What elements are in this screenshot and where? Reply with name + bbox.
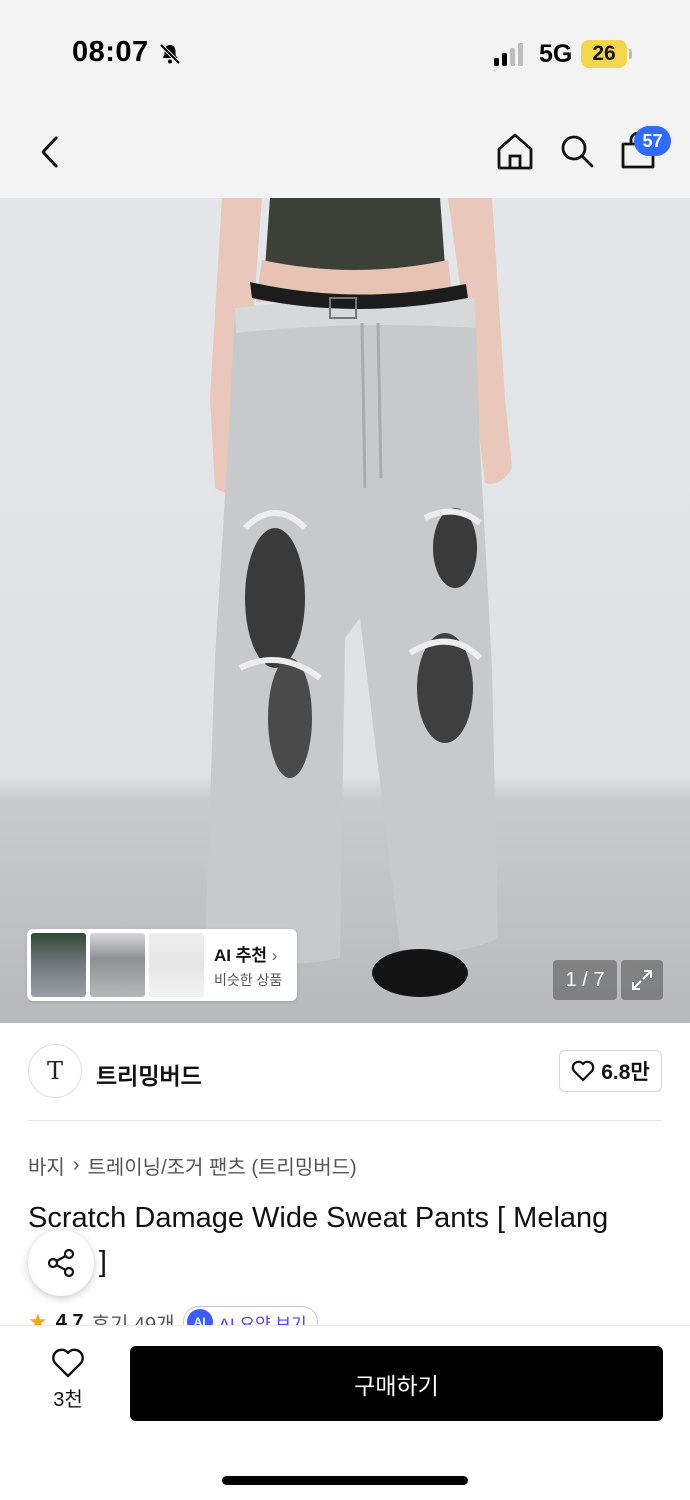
recommend-thumb-3 [149, 933, 204, 997]
star-icon: ★ [28, 1309, 48, 1325]
chevron-right-icon: › [72, 1154, 80, 1176]
recommend-thumb-1 [31, 933, 86, 997]
status-time: 08:07 [72, 36, 149, 68]
battery-tip [629, 49, 632, 59]
divider [28, 1120, 662, 1121]
breadcrumb: 바지 › 트레이닝/조거 팬츠 (트리밍버드) [28, 1151, 357, 1180]
heart-icon [52, 1348, 84, 1378]
breadcrumb-category[interactable]: 바지 [28, 1151, 65, 1180]
brand-like-button[interactable]: 6.8만 [559, 1050, 662, 1092]
review-count[interactable]: 후기 49개 [92, 1308, 175, 1326]
home-icon [497, 133, 533, 170]
ai-recommendation-card[interactable]: AI 추천 › 비슷한 상품 [27, 929, 297, 1001]
brand-name[interactable]: 트리밍버드 [96, 1057, 202, 1091]
ai-summary-label: AI 요약 보기 [218, 1314, 307, 1326]
battery-icon: 26 [581, 40, 627, 68]
recommend-thumb-2 [90, 933, 145, 997]
breadcrumb-subcategory[interactable]: 트레이닝/조거 팬츠 (트리밍버드) [87, 1151, 356, 1180]
back-button[interactable] [30, 130, 70, 174]
expand-icon [632, 970, 652, 990]
brand-logo[interactable]: T [28, 1044, 82, 1098]
wishlist-count: 3천 [53, 1389, 83, 1411]
rating-score: 4.7 [55, 1310, 84, 1326]
ai-summary-badge: AI [186, 1309, 213, 1325]
cart-count-badge: 57 [634, 126, 671, 156]
brand-like-count: 6.8만 [601, 1061, 650, 1084]
product-photo [205, 198, 512, 997]
ai-card-title: AI 추천 [214, 945, 268, 965]
buy-button[interactable]: 구매하기 [130, 1346, 663, 1421]
signal-icon [494, 42, 523, 66]
heart-icon [571, 1060, 595, 1082]
chevron-left-icon [41, 136, 58, 168]
bell-muted-icon [159, 43, 181, 65]
product-title: Scratch Damage Wide Sweat Pants [ Melang… [28, 1202, 609, 1278]
home-button[interactable] [494, 130, 536, 172]
search-button[interactable] [556, 130, 598, 172]
share-icon [47, 1248, 75, 1278]
product-image[interactable]: AI 추천 › 비슷한 상품 1 / 7 [0, 198, 690, 1023]
search-icon [561, 135, 594, 168]
ai-summary-button[interactable]: AI AI 요약 보기 [182, 1306, 318, 1326]
chevron-right-icon: › [271, 945, 278, 965]
rating-row: ★ 4.7 후기 49개 AI AI 요약 보기 [28, 1304, 668, 1325]
home-indicator [222, 1476, 468, 1485]
share-button[interactable] [28, 1230, 94, 1296]
network-label: 5G [539, 40, 573, 68]
wishlist-button[interactable]: 3천 [40, 1347, 96, 1412]
ai-card-subtitle: 비슷한 상품 [214, 971, 283, 988]
image-counter: 1 / 7 [553, 960, 617, 1000]
expand-image-button[interactable] [621, 960, 663, 1000]
ai-card-text: AI 추천 › 비슷한 상품 [214, 941, 282, 990]
